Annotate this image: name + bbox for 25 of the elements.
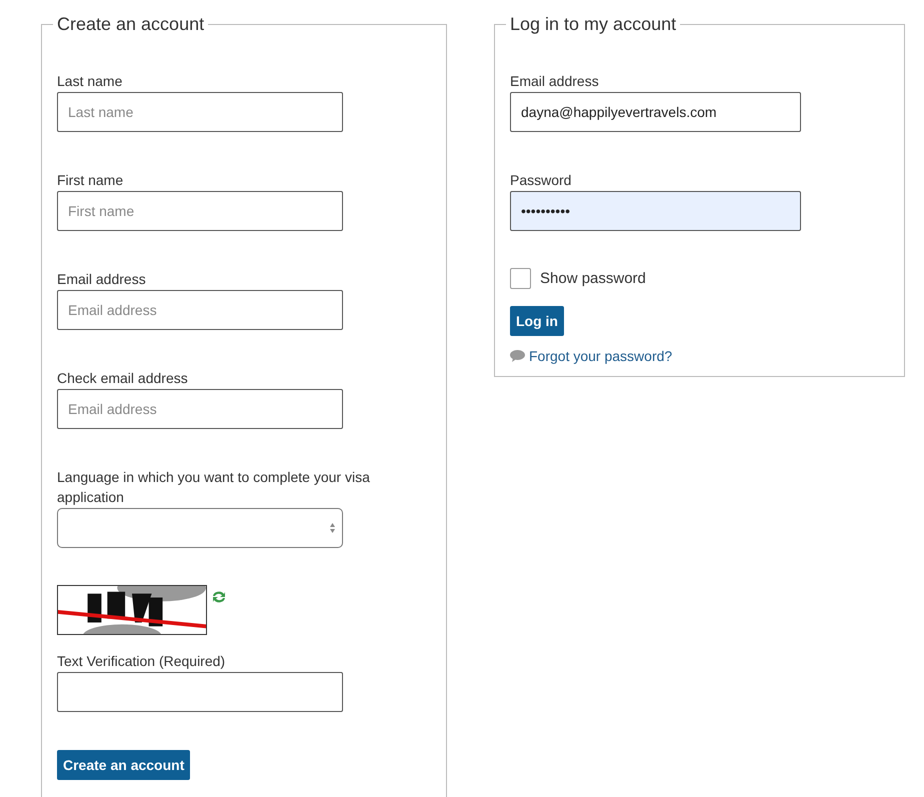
field-label: First name	[57, 171, 124, 190]
input-field[interactable]	[57, 672, 343, 712]
stepper-icon	[329, 522, 336, 534]
create-account-button[interactable]: Create an account	[57, 750, 190, 780]
field-label: Text Verification (Required)	[57, 652, 226, 671]
input-field[interactable]: Email address	[57, 290, 343, 330]
input-field[interactable]: Last name	[57, 92, 343, 132]
input-field[interactable]: First name	[57, 191, 343, 231]
field-label: Email address	[510, 72, 600, 91]
speech-bubble-icon	[510, 350, 525, 362]
panel-title: Create an account	[56, 14, 206, 35]
forgot-password-link[interactable]: Forgot your password?	[529, 348, 672, 364]
input-field[interactable]: dayna@happilyevertravels.com	[510, 92, 801, 132]
panel-title: Log in to my account	[509, 14, 678, 35]
field-label: Language in which you want to complete your visa application	[57, 468, 371, 507]
field-label: Password	[510, 171, 572, 190]
login-button[interactable]: Log in	[510, 306, 564, 336]
field-label: Check email address	[57, 369, 189, 388]
dropdown[interactable]	[57, 508, 343, 548]
field-label: Last name	[57, 72, 124, 91]
input-field[interactable]: ••••••••••	[510, 191, 801, 231]
checkbox-label: Show password	[540, 270, 646, 287]
checkbox[interactable]	[510, 268, 531, 289]
field-label: Email address	[57, 270, 147, 289]
input-field[interactable]: Email address	[57, 389, 343, 429]
